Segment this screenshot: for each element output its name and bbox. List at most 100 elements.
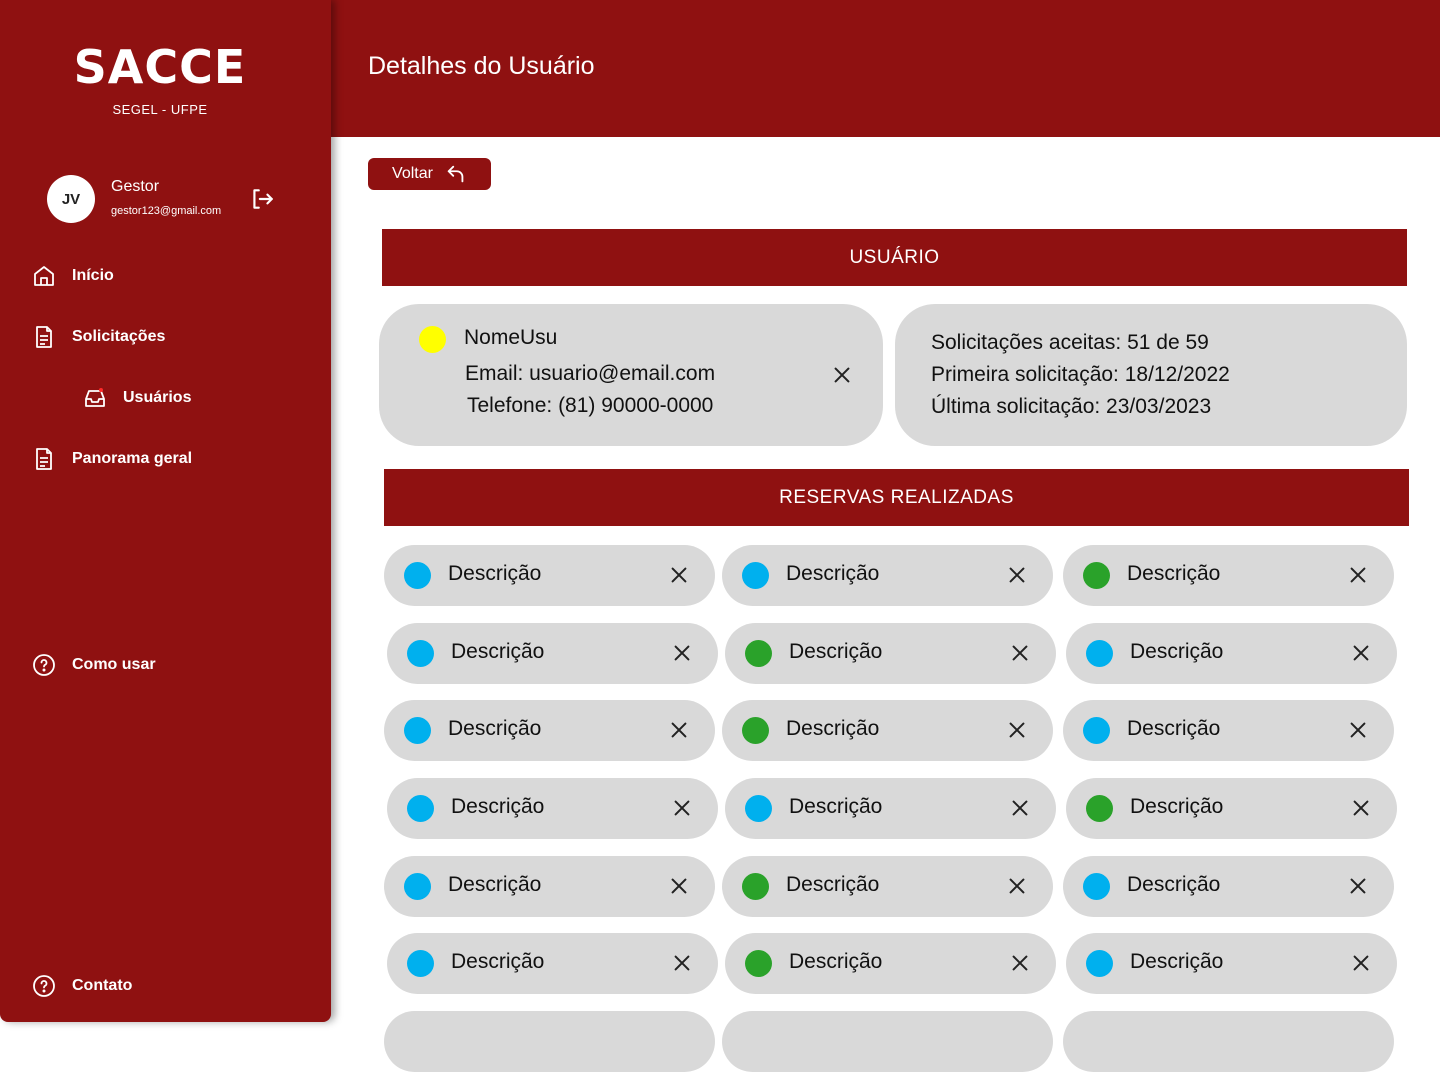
close-icon[interactable] — [1350, 797, 1372, 819]
reservation-item[interactable]: Descrição — [387, 933, 718, 994]
close-icon[interactable] — [1006, 875, 1028, 897]
nav-item-usuarios[interactable]: Usuários — [83, 386, 191, 410]
close-icon[interactable] — [1347, 564, 1369, 586]
inbox-icon — [85, 388, 105, 407]
reservation-status-dot — [1086, 640, 1113, 667]
nav-item-label: Panorama geral — [72, 450, 193, 467]
reservation-status-dot — [742, 717, 769, 744]
close-icon[interactable] — [1347, 719, 1369, 741]
reservation-item[interactable]: Descrição — [1063, 545, 1394, 606]
reservation-status-dot — [742, 562, 769, 589]
close-icon[interactable] — [1009, 642, 1031, 664]
reservation-label: Descrição — [786, 562, 880, 585]
reservation-item[interactable]: Descrição — [1063, 856, 1394, 917]
close-icon[interactable] — [1350, 642, 1372, 664]
back-button[interactable]: Voltar — [368, 158, 491, 190]
header-bar: Detalhes do Usuário — [331, 0, 1440, 137]
reservation-status-dot — [407, 640, 434, 667]
reservation-status-dot — [745, 795, 772, 822]
document-icon — [36, 448, 52, 470]
reservation-item[interactable]: Descrição — [1066, 778, 1397, 839]
reservation-status-dot — [1083, 873, 1110, 900]
brand-subtitle: SEGEL - UFPE — [112, 102, 208, 117]
logout-icon[interactable] — [249, 186, 275, 212]
reservation-status-dot — [742, 873, 769, 900]
reservation-label: Descrição — [1127, 717, 1221, 740]
nav-item-label: Como usar — [72, 656, 156, 673]
reservation-status-dot — [404, 717, 431, 744]
close-icon[interactable] — [1350, 952, 1372, 974]
reservation-item[interactable]: Descrição — [1063, 700, 1394, 761]
nav-item-inicio[interactable]: Início — [32, 264, 114, 288]
nav-item-solicitacoes[interactable]: Solicitações — [32, 325, 165, 349]
close-icon[interactable] — [668, 564, 690, 586]
stat-first-request: Primeira solicitação: 18/12/2022 — [931, 363, 1230, 386]
close-icon[interactable] — [668, 875, 690, 897]
close-icon[interactable] — [831, 364, 853, 386]
user-email: gestor123@gmail.com — [111, 205, 222, 217]
close-icon[interactable] — [668, 719, 690, 741]
close-icon[interactable] — [671, 642, 693, 664]
close-icon[interactable] — [1347, 875, 1369, 897]
user-phone-line: Telefone: (81) 90000-0000 — [467, 394, 714, 417]
close-icon[interactable] — [1006, 564, 1028, 586]
reservation-item[interactable]: Descrição — [725, 933, 1056, 994]
reservation-status-dot — [745, 950, 772, 977]
reservation-item[interactable] — [1063, 1011, 1394, 1072]
reservation-item[interactable] — [384, 1011, 715, 1072]
back-button-label: Voltar — [392, 165, 433, 182]
user-email-line: Email: usuario@email.com — [465, 362, 716, 385]
nav-item-label: Contato — [72, 977, 133, 994]
reservation-item[interactable]: Descrição — [387, 778, 718, 839]
nav-item-como-usar[interactable]: Como usar — [32, 653, 156, 677]
reservation-label: Descrição — [1127, 873, 1221, 896]
reservation-status-dot — [1086, 950, 1113, 977]
reservation-item[interactable]: Descrição — [722, 700, 1053, 761]
reservation-label: Descrição — [451, 640, 545, 663]
reservations-section-header: RESERVAS REALIZADAS — [384, 469, 1409, 526]
reservation-label: Descrição — [789, 795, 883, 818]
stat-accepted: Solicitações aceitas: 51 de 59 — [931, 331, 1209, 354]
user-stats-card: Solicitações aceitas: 51 de 59 Primeira … — [895, 304, 1407, 446]
reservation-item[interactable]: Descrição — [725, 778, 1056, 839]
avatar: JV — [47, 175, 95, 223]
reservation-status-dot — [745, 640, 772, 667]
return-arrow-icon — [447, 165, 464, 183]
reservation-item[interactable]: Descrição — [384, 700, 715, 761]
user-section-header: USUÁRIO — [382, 229, 1407, 286]
close-icon[interactable] — [671, 952, 693, 974]
reservation-label: Descrição — [451, 795, 545, 818]
close-icon[interactable] — [671, 797, 693, 819]
close-icon[interactable] — [1006, 719, 1028, 741]
page-title: Detalhes do Usuário — [368, 52, 595, 80]
reservation-status-dot — [1086, 795, 1113, 822]
user-role: Gestor — [111, 178, 160, 195]
stat-last-request: Última solicitação: 23/03/2023 — [931, 395, 1212, 418]
reservation-label: Descrição — [786, 717, 880, 740]
reservation-status-dot — [407, 950, 434, 977]
reservation-item[interactable]: Descrição — [384, 545, 715, 606]
help-icon — [33, 654, 55, 676]
help-icon — [33, 975, 55, 997]
reservation-label: Descrição — [448, 562, 542, 585]
close-icon[interactable] — [1009, 797, 1031, 819]
reservation-item[interactable]: Descrição — [722, 856, 1053, 917]
reservation-item[interactable]: Descrição — [1066, 933, 1397, 994]
nav-item-label: Solicitações — [72, 328, 166, 345]
close-icon[interactable] — [1009, 952, 1031, 974]
reservation-item[interactable] — [722, 1011, 1053, 1072]
nav-item-panorama[interactable]: Panorama geral — [32, 447, 192, 471]
reservation-item[interactable]: Descrição — [1066, 623, 1397, 684]
reservation-item[interactable]: Descrição — [725, 623, 1056, 684]
reservation-label: Descrição — [448, 873, 542, 896]
reservation-label: Descrição — [789, 950, 883, 973]
reservation-status-dot — [404, 873, 431, 900]
user-info-card: NomeUsu Email: usuario@email.com Telefon… — [379, 304, 883, 446]
reservation-item[interactable]: Descrição — [384, 856, 715, 917]
reservation-item[interactable]: Descrição — [722, 545, 1053, 606]
nav-item-label: Usuários — [123, 389, 192, 406]
nav-item-contato[interactable]: Contato — [32, 974, 132, 998]
reservation-status-dot — [1083, 562, 1110, 589]
reservation-item[interactable]: Descrição — [387, 623, 718, 684]
user-name: NomeUsu — [464, 326, 558, 349]
